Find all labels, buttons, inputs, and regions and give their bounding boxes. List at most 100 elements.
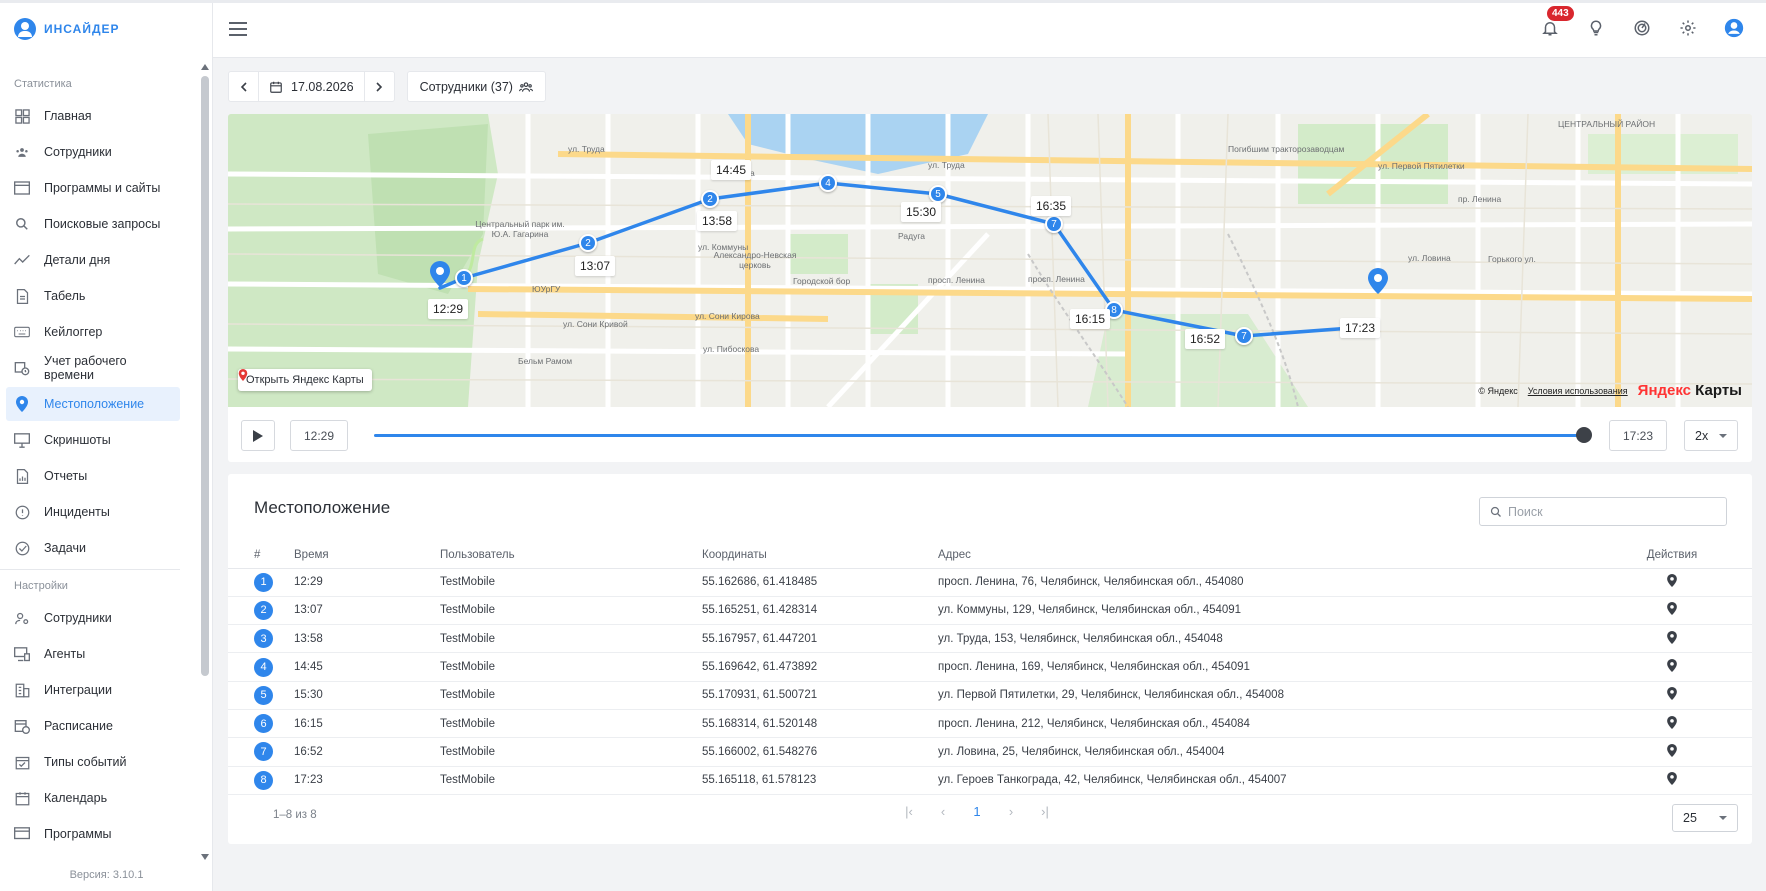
end-pin-icon[interactable] [1368, 268, 1388, 294]
route-point-marker[interactable]: 1 [455, 269, 473, 287]
last-page-icon[interactable]: ›| [1034, 800, 1056, 822]
route-point-marker[interactable]: 2 [701, 190, 719, 208]
sidebar-item-dashboard[interactable]: Главная [6, 99, 180, 133]
activity-button[interactable] [1628, 14, 1656, 42]
open-yandex-maps-link[interactable]: Открыть Яндекс Карты [238, 369, 372, 391]
route-player: 12:29 17:23 2x [228, 407, 1752, 462]
scroll-down-icon[interactable] [201, 854, 209, 860]
prev-page-icon[interactable]: ‹ [932, 800, 954, 822]
table-row[interactable]: 6 16:15 TestMobile 55.168314, 61.520148 прос… [228, 709, 1752, 739]
scrollbar-thumb[interactable] [201, 76, 209, 676]
progress-track[interactable] [374, 434, 1584, 437]
sidebar-item-label: Главная [44, 109, 92, 123]
scroll-up-icon[interactable] [201, 64, 209, 70]
row-actions [1592, 624, 1752, 654]
settings-button[interactable] [1674, 14, 1702, 42]
sidebar-item-calendar[interactable]: Календарь [6, 781, 180, 815]
first-page-icon[interactable]: |‹ [898, 800, 920, 822]
show-on-map-icon[interactable] [1667, 687, 1677, 703]
sidebar-item-check-circle[interactable]: Задачи [6, 531, 180, 565]
table-row[interactable]: 4 14:45 TestMobile 55.169642, 61.473892 прос… [228, 652, 1752, 682]
show-on-map-icon[interactable] [1667, 574, 1677, 590]
sidebar-item-report[interactable]: Отчеты [6, 459, 180, 493]
route-point-marker[interactable]: 2 [579, 234, 597, 252]
row-coordinates: 55.168314, 61.520148 [702, 709, 938, 739]
sidebar-item-trend[interactable]: Детали дня [6, 243, 180, 277]
date-field[interactable]: 17.08.2026 [259, 72, 364, 101]
sidebar-item-window[interactable]: Программы и сайты [6, 171, 180, 205]
row-user: TestMobile [440, 596, 702, 626]
sidebar-item-schedule[interactable]: Расписание [6, 709, 180, 743]
play-button[interactable] [241, 420, 275, 451]
current-page[interactable]: 1 [966, 800, 988, 822]
sidebar-item-label: Кейлоггер [44, 325, 103, 339]
header-user[interactable]: Пользователь [440, 542, 702, 569]
document-icon [14, 288, 30, 304]
sidebar-item-agent-monitor[interactable]: Агенты [6, 637, 180, 671]
per-page-select[interactable]: 25 [1672, 804, 1738, 832]
employees-filter-button[interactable]: Сотрудники (37) [406, 71, 546, 102]
sidebar-item-document[interactable]: Табель [6, 279, 180, 313]
sidebar-item-label: Местоположение [44, 397, 145, 411]
map-terms-link[interactable]: Условия использования [1528, 386, 1628, 396]
sidebar-item-clock-calendar[interactable]: Учет рабочего времени [6, 351, 180, 385]
map-street-label: ул. Первой Пятилетки [1378, 161, 1465, 171]
route-point-marker[interactable]: 7 [1045, 215, 1063, 233]
table-row[interactable]: 1 12:29 TestMobile 55.162686, 61.418485 прос… [228, 568, 1752, 597]
header-time[interactable]: Время [294, 542, 440, 569]
sidebar-item-location-pin[interactable]: Местоположение [6, 387, 180, 421]
brand[interactable]: ИНСАЙДЕР [0, 0, 212, 58]
route-point-marker[interactable]: 4 [819, 174, 837, 192]
sidebar-item-users[interactable]: Сотрудники [6, 135, 180, 169]
table-row[interactable]: 3 13:58 TestMobile 55.167957, 61.447201 ул. … [228, 624, 1752, 654]
header-coordinates[interactable]: Координаты [702, 542, 938, 569]
show-on-map-icon[interactable] [1667, 772, 1677, 788]
progress-knob[interactable] [1576, 427, 1592, 443]
prev-day-button[interactable] [229, 72, 259, 101]
start-pin-icon[interactable] [430, 261, 450, 287]
show-on-map-icon[interactable] [1667, 659, 1677, 675]
sidebar-item-users-settings[interactable]: Сотрудники [6, 601, 180, 635]
map-street-label: ул. Труда [568, 144, 605, 154]
map-street-label: ул. Пибоскова [703, 344, 760, 354]
sidebar-item-alert[interactable]: Инциденты [6, 495, 180, 529]
header-address[interactable]: Адрес [938, 542, 1592, 569]
show-on-map-icon[interactable] [1667, 630, 1677, 647]
sidebar-scrollbar[interactable] [200, 62, 210, 862]
show-on-map-icon[interactable] [1667, 715, 1677, 732]
speed-select[interactable]: 2x [1684, 420, 1738, 451]
show-on-map-icon[interactable] [1667, 743, 1677, 760]
date-picker: 17.08.2026 [228, 71, 395, 102]
tips-button[interactable] [1582, 14, 1610, 42]
notifications-button[interactable]: 443 [1536, 6, 1574, 42]
map-street-label: ЦЕНТРАЛЬНЫЙ РАЙОН [1558, 119, 1656, 129]
sidebar-item-programs[interactable]: Программы [6, 817, 180, 851]
next-page-icon[interactable]: › [1000, 800, 1022, 822]
search-input[interactable] [1508, 504, 1708, 519]
sidebar-item-keyboard[interactable]: Кейлоггер [6, 315, 180, 349]
map-view[interactable]: ул. Трудаул. Трудаул. Трудаул. Первой Пя… [228, 114, 1752, 407]
route-point-marker[interactable]: 5 [929, 185, 947, 203]
sidebar-item-search[interactable]: Поисковые запросы [6, 207, 180, 241]
sidebar-item-label: Интеграции [44, 683, 113, 697]
table-row[interactable]: 2 13:07 TestMobile 55.165251, 61.428314 ул. … [228, 596, 1752, 626]
table-row[interactable]: 7 16:52 TestMobile 55.166002, 61.548276 ул. … [228, 737, 1752, 767]
next-day-button[interactable] [363, 72, 394, 101]
gear-icon [1680, 20, 1696, 36]
profile-button[interactable] [1720, 14, 1748, 42]
table-row[interactable]: 5 15:30 TestMobile 55.170931, 61.500721 ул. … [228, 681, 1752, 710]
show-on-map-icon[interactable] [1667, 602, 1677, 618]
row-number: 6 [254, 714, 273, 734]
table-row[interactable]: 8 17:23 TestMobile 55.165118, 61.578123 ул. … [228, 766, 1752, 795]
sidebar-item-calendar-check[interactable]: Типы событий [6, 745, 180, 779]
menu-toggle-icon[interactable] [229, 22, 247, 36]
route-point-marker[interactable]: 7 [1235, 327, 1253, 345]
rows-count: 1–8 из 8 [273, 809, 317, 821]
date-value: 17.08.2026 [291, 79, 354, 94]
row-coordinates: 55.167957, 61.447201 [702, 624, 938, 654]
row-time: 13:07 [294, 596, 440, 626]
search-box[interactable] [1479, 497, 1727, 526]
map-street-label: ул. Ловина [1408, 253, 1451, 263]
sidebar-item-building[interactable]: Интеграции [6, 673, 180, 707]
sidebar-item-monitor[interactable]: Скриншоты [6, 423, 180, 457]
